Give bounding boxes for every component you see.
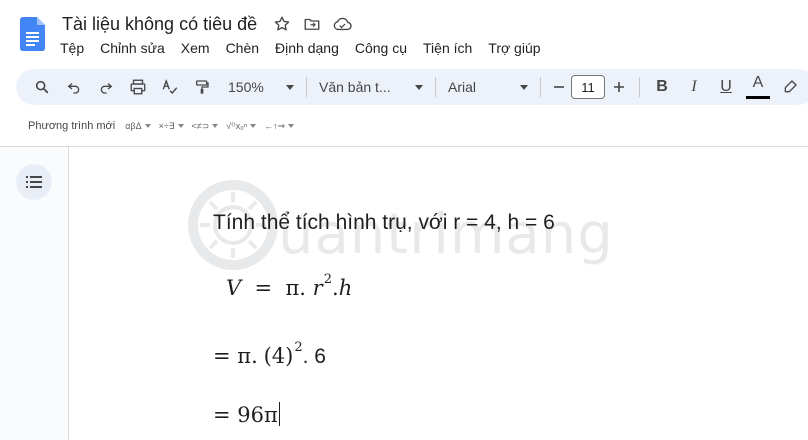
- document-title[interactable]: Tài liệu không có tiêu đề: [62, 14, 257, 35]
- arrows-label: ←↑⇒: [264, 120, 286, 131]
- menu-tools[interactable]: Công cụ: [347, 40, 415, 56]
- eq-variable-v: V: [226, 276, 242, 300]
- greek-letters-label: αβΔ: [125, 121, 142, 131]
- chevron-down-icon: [288, 124, 295, 128]
- math-operators-menu[interactable]: √⁽⁾x₀ⁿ: [226, 120, 257, 132]
- toolbar-divider: [639, 77, 640, 97]
- chevron-down-icon: [415, 84, 423, 90]
- chevron-down-icon: [177, 124, 184, 128]
- toolbar-divider: [540, 77, 541, 97]
- text-color-swatch: [746, 96, 770, 99]
- font-size-input[interactable]: 11: [571, 75, 605, 99]
- eq-result-text: = 96π: [213, 403, 278, 427]
- chevron-down-icon: [144, 124, 151, 128]
- menu-edit[interactable]: Chỉnh sửa: [92, 40, 173, 56]
- misc-operations-menu[interactable]: ×÷∃: [159, 121, 184, 132]
- document-outline-icon[interactable]: [16, 164, 52, 200]
- undo-icon[interactable]: [58, 73, 90, 101]
- font-value: Arial: [448, 79, 477, 95]
- search-menus-icon[interactable]: [26, 73, 58, 101]
- equation-toolbar: Phương trình mới αβΔ ×÷∃ <≠⊃ √⁽⁾x₀ⁿ ←↑⇒: [28, 115, 302, 137]
- paint-format-icon[interactable]: [186, 73, 218, 101]
- eq-exponent: 2: [294, 340, 303, 355]
- arrows-menu[interactable]: ←↑⇒: [264, 120, 295, 132]
- text-cursor: [278, 402, 281, 426]
- eq-exponent: 2: [323, 272, 332, 287]
- font-select[interactable]: Arial: [442, 73, 534, 101]
- equation-volume-formula[interactable]: V = π. r2.h: [226, 272, 353, 300]
- relations-menu[interactable]: <≠⊃: [192, 121, 219, 132]
- text-color-letter: A: [752, 74, 764, 91]
- main-toolbar: 150% Văn bản t... Arial 11 B I U A: [16, 69, 808, 105]
- greek-letters-menu[interactable]: αβΔ: [125, 121, 151, 131]
- zoom-value: 150%: [228, 79, 264, 95]
- menu-extensions[interactable]: Tiện ích: [415, 40, 480, 56]
- paragraph-style-select[interactable]: Văn bản t...: [313, 73, 429, 101]
- menu-help[interactable]: Trợ giúp: [480, 40, 548, 56]
- zoom-select[interactable]: 150%: [222, 73, 300, 101]
- chevron-down-icon: [212, 124, 219, 128]
- print-icon[interactable]: [122, 73, 154, 101]
- document-line-problem[interactable]: Tính thể tích hình trụ, với r = 4, h = 6: [213, 211, 555, 235]
- cloud-status-icon[interactable]: [331, 13, 353, 35]
- underline-button[interactable]: U: [710, 78, 742, 96]
- eq-suffix: . 6: [302, 345, 326, 368]
- new-equation-button[interactable]: Phương trình mới: [28, 120, 115, 132]
- menu-view[interactable]: Xem: [173, 40, 218, 56]
- italic-button[interactable]: I: [678, 78, 710, 96]
- paragraph-style-value: Văn bản t...: [319, 79, 391, 95]
- menu-insert[interactable]: Chèn: [218, 40, 267, 56]
- page-edge: [68, 147, 69, 440]
- chevron-down-icon: [520, 84, 528, 90]
- move-folder-icon[interactable]: [301, 13, 323, 35]
- toolbar-divider: [306, 77, 307, 97]
- eq-base: (4): [263, 344, 294, 368]
- menu-bar: Tệp Chỉnh sửa Xem Chèn Định dạng Công cụ…: [52, 37, 549, 59]
- eq-prefix: = π.: [213, 344, 258, 368]
- eq-dot: .: [332, 276, 339, 300]
- menu-file[interactable]: Tệp: [52, 40, 92, 56]
- menu-format[interactable]: Định dạng: [267, 40, 347, 56]
- eq-variable-r: r: [312, 276, 323, 300]
- highlight-pen-icon[interactable]: [774, 73, 806, 101]
- decrease-font-size-icon[interactable]: [547, 73, 571, 101]
- equation-result[interactable]: = 96π: [213, 402, 281, 427]
- math-operators-label: √⁽⁾x₀ⁿ: [226, 120, 248, 131]
- eq-equals: =: [254, 276, 273, 300]
- increase-font-size-icon[interactable]: [605, 73, 633, 101]
- eq-pi: π.: [285, 276, 306, 300]
- docs-logo-icon[interactable]: [20, 17, 45, 51]
- relations-label: <≠⊃: [191, 120, 210, 131]
- toolbar-divider-line: [0, 146, 808, 147]
- chevron-down-icon: [286, 84, 294, 90]
- toolbar-divider: [435, 77, 436, 97]
- bold-button[interactable]: B: [646, 78, 678, 96]
- chevron-down-icon: [250, 124, 257, 128]
- star-icon[interactable]: [271, 13, 293, 35]
- eq-variable-h: h: [338, 276, 353, 300]
- misc-operations-label: ×÷∃: [158, 120, 175, 131]
- text-color-button[interactable]: A: [742, 74, 774, 100]
- equation-substitution[interactable]: = π. (4)2. 6: [213, 340, 326, 369]
- redo-icon[interactable]: [90, 73, 122, 101]
- spellcheck-icon[interactable]: [154, 73, 186, 101]
